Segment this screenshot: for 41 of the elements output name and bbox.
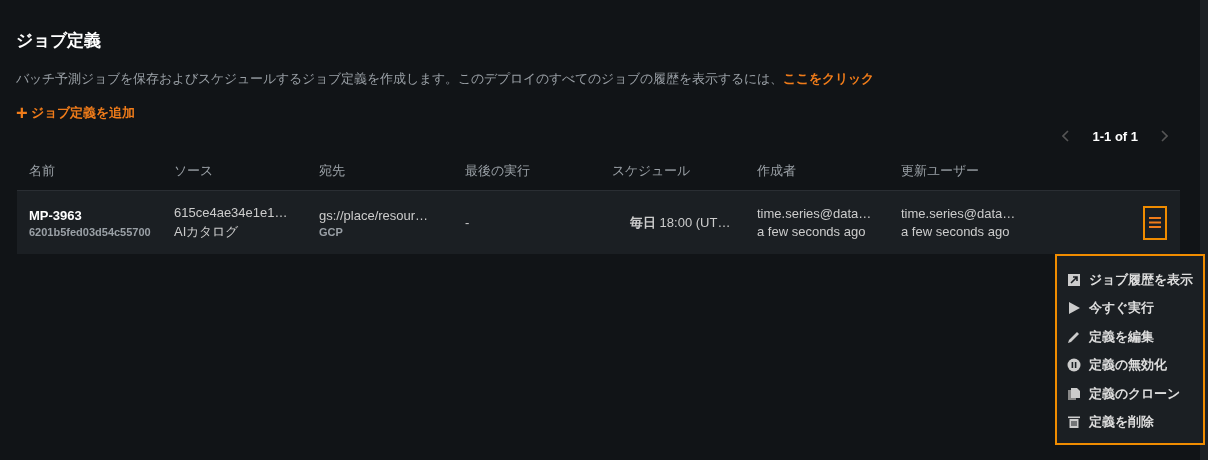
- pause-icon: [1067, 358, 1081, 373]
- menu-icon: [1149, 217, 1161, 228]
- column-header[interactable]: ソース: [162, 162, 307, 180]
- next-page-icon[interactable]: [1160, 130, 1168, 142]
- updated-time: a few seconds ago: [901, 224, 1011, 239]
- column-header[interactable]: 更新ユーザー: [889, 162, 1035, 180]
- click-here-link[interactable]: ここをクリック: [783, 71, 874, 86]
- column-header[interactable]: スケジュール: [600, 162, 745, 180]
- job-id: 6201b5fed03d54c55700: [29, 225, 152, 238]
- destination-type: GCP: [319, 225, 344, 238]
- menu-item[interactable]: 定義を削除: [1067, 408, 1203, 437]
- open-external-icon: [1067, 272, 1081, 287]
- column-header[interactable]: 宛先: [307, 162, 453, 180]
- column-header[interactable]: 作成者: [745, 162, 889, 180]
- menu-item[interactable]: 定義を編集: [1067, 322, 1203, 351]
- add-job-definition-button[interactable]: +ジョブ定義を追加: [16, 104, 135, 122]
- menu-button[interactable]: [1143, 205, 1167, 240]
- page-title: ジョブ定義: [16, 30, 102, 52]
- schedule-text: 毎日 18:00 (UT…: [630, 213, 732, 232]
- updated-by: time.series@data…: [901, 206, 1017, 221]
- page-range: 1-1 of 1: [1092, 128, 1138, 144]
- trash-icon: [1067, 415, 1081, 430]
- source-id: 615ce4ae34e1e1…: [174, 204, 289, 220]
- source-type: AIカタログ: [174, 222, 240, 241]
- pencil-icon: [1067, 329, 1081, 344]
- destination-path: gs://place/resour…: [319, 207, 430, 223]
- menu-item[interactable]: ジョブ履歴を表示: [1067, 265, 1203, 294]
- menu-item[interactable]: 今すぐ実行: [1067, 294, 1203, 323]
- job-name: MP-3963: [29, 207, 83, 223]
- last-run: -: [465, 215, 471, 230]
- menu-item[interactable]: 定義のクローン: [1067, 379, 1203, 408]
- created-time: a few seconds ago: [757, 224, 867, 239]
- menu-item[interactable]: 定義の無効化: [1067, 351, 1203, 380]
- column-header[interactable]: 名前: [17, 162, 162, 180]
- column-header[interactable]: 最後の実行: [453, 162, 600, 180]
- scrollbar[interactable]: [1200, 0, 1208, 460]
- created-by: time.series@data…: [757, 206, 873, 221]
- copy-icon: [1067, 386, 1081, 401]
- description-text: バッチ予測ジョブを保存およびスケジュールするジョブ定義を作成します。このデプロイのすべてのジョブの履歴を表示するには、ここをクリック: [16, 70, 875, 88]
- play-icon: [1067, 301, 1081, 316]
- previous-page-icon[interactable]: [1062, 130, 1071, 142]
